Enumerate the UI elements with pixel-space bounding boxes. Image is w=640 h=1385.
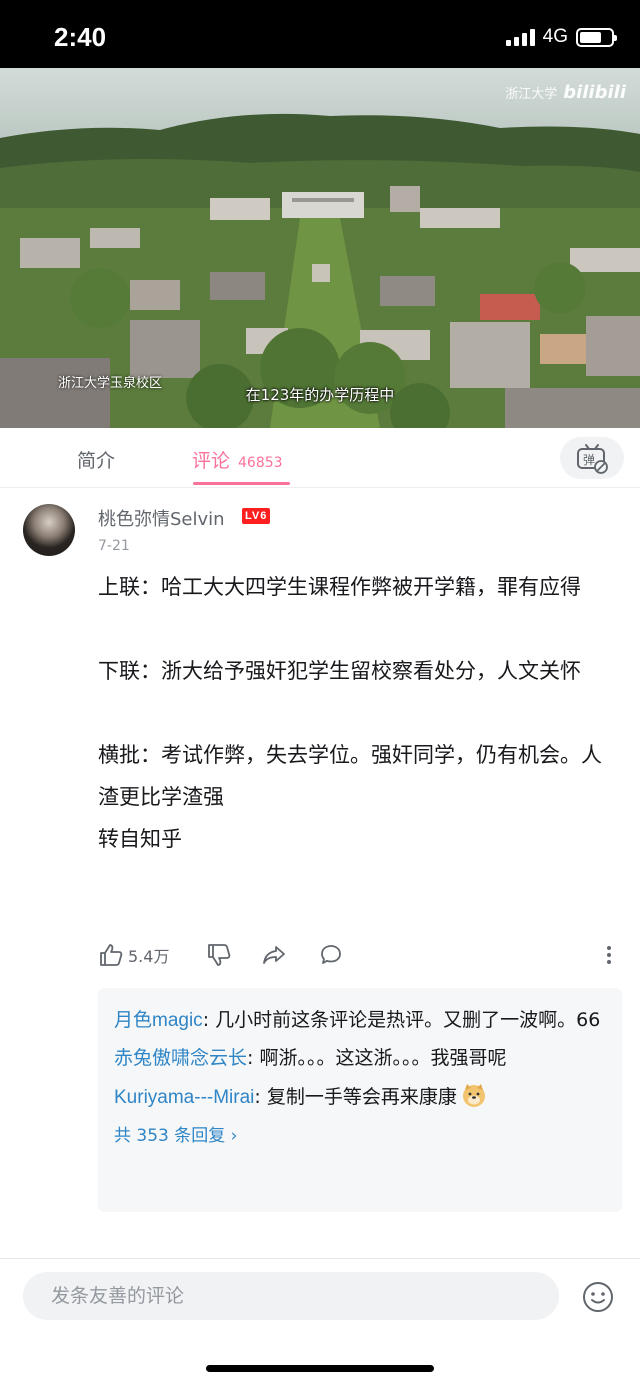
more-options-button[interactable]	[602, 942, 616, 968]
level-badge: LV6	[242, 508, 271, 524]
reply-preview-box[interactable]: 月色magic: 几小时前这条评论是热评。又删了一波啊。66 赤兔傲啸念云长: …	[98, 988, 622, 1212]
comment-date: 7-21	[98, 538, 130, 554]
reply-username[interactable]: 赤兔傲啸念云长	[114, 1048, 247, 1069]
signal-icon	[505, 28, 535, 46]
reply-item[interactable]: 月色magic: 几小时前这条评论是热评。又删了一波啊。66	[114, 1006, 606, 1035]
comment-line: 横批：考试作弊，失去学位。强奸同学，仍有机会。人渣更比学渣强	[98, 743, 602, 809]
share-icon	[263, 946, 285, 964]
thumbs-down-icon	[208, 944, 231, 966]
emoji-button[interactable]	[582, 1281, 614, 1317]
reply-item[interactable]: Kuriyama---Mirai: 复制一手等会再来康康	[114, 1082, 606, 1112]
reply-username[interactable]: 月色magic	[114, 1010, 203, 1031]
danmaku-toggle-button[interactable]: 弹	[560, 437, 624, 479]
network-type: 4G	[542, 26, 568, 47]
comment-count: 46853	[238, 455, 283, 471]
svg-text:弹: 弹	[583, 453, 595, 467]
comment-text: 上联：哈工大大四学生课程作弊被开学籍，罪有应得 下联：浙大给予强奸犯学生留校察看…	[98, 566, 618, 860]
tab-comments-label: 评论	[192, 450, 231, 472]
chat-bubble-icon	[321, 945, 341, 964]
comment-line: 下联：浙大给予强奸犯学生留校察看处分，人文关怀	[98, 659, 581, 683]
more-vertical-icon	[607, 946, 611, 964]
video-subtitle: 在123年的办学历程中	[245, 386, 395, 404]
comment-username[interactable]: 桃色弥情Selvin	[98, 505, 225, 531]
reply-button[interactable]	[318, 942, 344, 968]
reply-text: : 几小时前这条评论是热评。又删了一波啊。66	[202, 1009, 601, 1031]
battery-icon	[576, 27, 617, 47]
reply-text: : 啊浙。。。这这浙。。。我强哥呢	[247, 1047, 507, 1069]
active-tab-indicator	[193, 482, 290, 485]
divider	[0, 1258, 640, 1259]
tab-comments[interactable]: 评论 46853	[192, 446, 283, 473]
smiley-icon	[583, 1282, 613, 1312]
like-count: 5.4万	[128, 947, 170, 966]
comment-line: 转自知乎	[98, 827, 182, 851]
status-time: 2:40	[54, 22, 107, 52]
video-player[interactable]: 浙江大学 bilibili 浙江大学玉泉校区 在123年的办学历程中	[0, 68, 640, 428]
dislike-button[interactable]	[206, 942, 232, 968]
status-bar: 2:40 4G	[0, 0, 640, 68]
status-indicators: 4G	[505, 26, 617, 48]
thumbs-up-icon	[100, 944, 123, 966]
comment-line: 上联：哈工大大四学生课程作弊被开学籍，罪有应得	[98, 575, 581, 599]
reply-username[interactable]: Kuriyama---Mirai	[114, 1087, 254, 1108]
watermark-text: 浙江大学	[505, 87, 558, 102]
video-watermark: 浙江大学 bilibili	[505, 82, 626, 103]
like-button[interactable]: 5.4万	[98, 942, 169, 968]
avatar[interactable]	[23, 504, 75, 556]
reply-item[interactable]: 赤兔傲啸念云长: 啊浙。。。这这浙。。。我强哥呢	[114, 1044, 606, 1073]
tab-bar: 简介 评论 46853 弹	[0, 428, 640, 488]
bilibili-logo: bilibili	[563, 82, 626, 103]
comment-input[interactable]: 发条友善的评论	[23, 1272, 559, 1320]
reply-text: : 复制一手等会再来康康	[254, 1086, 457, 1108]
home-indicator[interactable]	[206, 1365, 434, 1372]
tab-intro[interactable]: 简介	[77, 446, 115, 473]
danmaku-off-icon: 弹	[577, 444, 608, 474]
view-all-replies-link[interactable]: 共 353 条回复 ›	[114, 1121, 606, 1146]
comment-actions: 5.4万	[98, 942, 618, 970]
doge-emoji-icon	[462, 1084, 485, 1107]
share-button[interactable]	[261, 942, 287, 968]
